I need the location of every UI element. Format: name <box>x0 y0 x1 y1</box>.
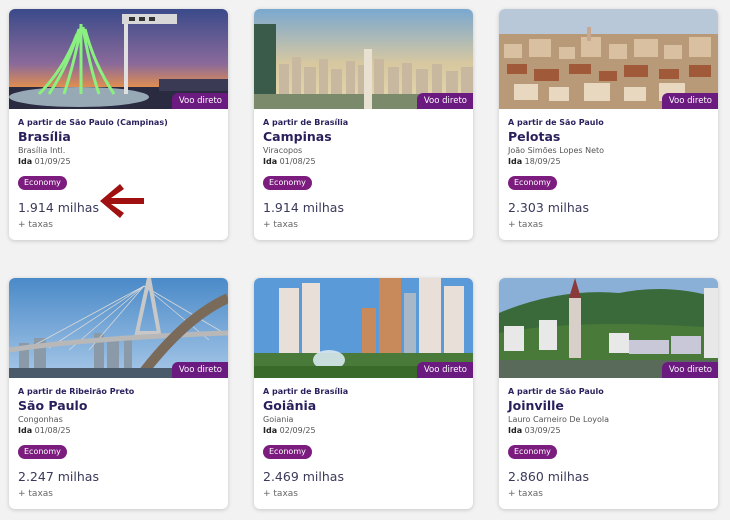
taxes-label: + taxas <box>508 489 543 499</box>
cabin-pill: Economy <box>18 176 67 190</box>
destination-card-pelotas[interactable]: Voo direto A partir de São Paulo Pelotas… <box>499 9 718 240</box>
date-value: 01/08/25 <box>279 157 316 166</box>
direct-flight-badge: Voo direto <box>171 362 228 378</box>
departure-date: Ida 18/09/25 <box>508 157 709 167</box>
red-arrow-annotation-icon <box>100 184 144 218</box>
destination-photo: Voo direto <box>9 9 228 109</box>
miles-price: 2.469 milhas <box>263 469 344 484</box>
direct-flight-badge: Voo direto <box>171 93 228 109</box>
direct-flight-badge: Voo direto <box>416 362 473 378</box>
origin-label: A partir de Ribeirão Preto <box>18 387 135 396</box>
date-prefix: Ida <box>18 426 33 435</box>
origin-label: A partir de São Paulo <box>508 387 604 396</box>
direct-flight-badge: Voo direto <box>661 93 718 109</box>
miles-price: 1.914 milhas <box>263 200 344 215</box>
airport-name: Goiania <box>263 415 294 424</box>
miles-price: 2.247 milhas <box>18 469 99 484</box>
destination-card-campinas[interactable]: Voo direto A partir de Brasília Campinas… <box>254 9 473 240</box>
departure-date: Ida 02/09/25 <box>263 426 464 436</box>
taxes-label: + taxas <box>18 489 53 499</box>
cabin-pill: Economy <box>508 445 557 459</box>
date-value: 02/09/25 <box>279 426 316 435</box>
date-prefix: Ida <box>508 426 523 435</box>
date-value: 18/09/25 <box>524 157 561 166</box>
city-name: São Paulo <box>18 398 88 413</box>
date-prefix: Ida <box>508 157 523 166</box>
taxes-label: + taxas <box>263 220 298 230</box>
city-name: Pelotas <box>508 129 561 144</box>
origin-label: A partir de Brasília <box>263 118 349 127</box>
origin-label: A partir de Brasília <box>263 387 349 396</box>
miles-price: 2.860 milhas <box>508 469 589 484</box>
airport-name: Congonhas <box>18 415 63 424</box>
cabin-pill: Economy <box>18 445 67 459</box>
city-name: Brasília <box>18 129 71 144</box>
date-prefix: Ida <box>18 157 33 166</box>
destination-photo: Voo direto <box>499 278 718 378</box>
airport-name: Lauro Carneiro De Loyola <box>508 415 609 424</box>
departure-date: Ida 01/08/25 <box>18 426 219 436</box>
destination-photo: Voo direto <box>254 278 473 378</box>
city-name: Joinville <box>508 398 564 413</box>
direct-flight-badge: Voo direto <box>661 362 718 378</box>
airport-name: Viracopos <box>263 146 303 155</box>
destination-card-goiania[interactable]: Voo direto A partir de Brasília Goiânia … <box>254 278 473 509</box>
departure-date: Ida 03/09/25 <box>508 426 709 436</box>
taxes-label: + taxas <box>263 489 298 499</box>
city-name: Goiânia <box>263 398 317 413</box>
cabin-pill: Economy <box>508 176 557 190</box>
origin-label: A partir de São Paulo <box>508 118 604 127</box>
date-prefix: Ida <box>263 426 278 435</box>
direct-flight-badge: Voo direto <box>416 93 473 109</box>
destination-photo: Voo direto <box>254 9 473 109</box>
date-prefix: Ida <box>263 157 278 166</box>
departure-date: Ida 01/09/25 <box>18 157 219 167</box>
date-value: 01/09/25 <box>34 157 71 166</box>
origin-label: A partir de São Paulo (Campinas) <box>18 118 168 127</box>
date-value: 01/08/25 <box>34 426 71 435</box>
cabin-pill: Economy <box>263 176 312 190</box>
miles-price: 2.303 milhas <box>508 200 589 215</box>
airport-name: Brasília Intl. <box>18 146 66 155</box>
destination-card-joinville[interactable]: Voo direto A partir de São Paulo Joinvil… <box>499 278 718 509</box>
cabin-pill: Economy <box>263 445 312 459</box>
destination-photo: Voo direto <box>499 9 718 109</box>
date-value: 03/09/25 <box>524 426 561 435</box>
city-name: Campinas <box>263 129 332 144</box>
airport-name: João Simões Lopes Neto <box>508 146 605 155</box>
destination-photo: Voo direto <box>9 278 228 378</box>
destination-card-sao-paulo[interactable]: Voo direto A partir de Ribeirão Preto Sã… <box>9 278 228 509</box>
taxes-label: + taxas <box>508 220 543 230</box>
departure-date: Ida 01/08/25 <box>263 157 464 167</box>
